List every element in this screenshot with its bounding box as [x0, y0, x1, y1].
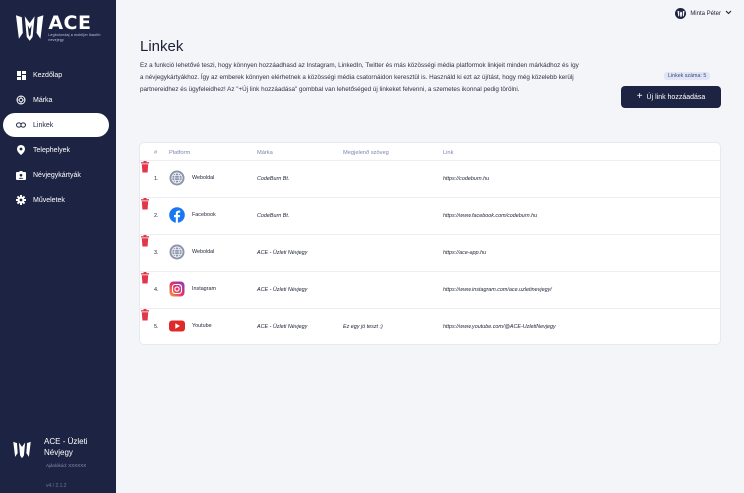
sidebar-item-label: Kezdőlap [33, 71, 63, 79]
row-number: 2. [154, 213, 159, 219]
row-platform: Weboldal [169, 244, 214, 260]
row-platform: Youtube [169, 318, 212, 334]
row-brand: ACE - Üzleti Névjegy [257, 250, 308, 256]
platform-name: Facebook [192, 212, 216, 218]
link-icon [16, 120, 26, 130]
table-row[interactable]: 2. Facebook CodeBurn Bt. https://www.fac… [140, 197, 720, 234]
row-link[interactable]: https://www.youtube.com/@ACE-UzletiNevje… [443, 324, 556, 330]
user-name: Minta Péter [690, 10, 721, 17]
trash-icon[interactable] [140, 272, 150, 284]
sidebar-item-label: Telephelyek [33, 146, 70, 154]
sidebar-item-linkek[interactable]: Linkek [3, 113, 109, 137]
trash-icon[interactable] [140, 161, 150, 173]
brand-icon [16, 95, 26, 105]
location-pin-icon [16, 145, 26, 155]
logo-wordmark: ACE [48, 12, 92, 34]
sidebar-item-label: Márka [33, 96, 53, 104]
platform-name: Instagram [192, 286, 216, 292]
row-number: 4. [154, 287, 159, 293]
row-brand: CodeBurn Bt. [257, 176, 290, 182]
sidebar-item-label: Névjegykártyák [33, 171, 81, 179]
row-brand: ACE - Üzleti Névjegy [257, 324, 308, 330]
trash-icon[interactable] [140, 235, 150, 247]
row-link[interactable]: https://www.instagram.com/ace.uzletinevj… [443, 287, 552, 293]
logo-tagline: Legbolondaj a mobiljer ikaolfn nevejegy [48, 33, 101, 42]
contact-card-icon [16, 170, 26, 180]
add-link-button-label: Új link hozzáadása [646, 93, 706, 101]
chevron-down-icon [725, 10, 732, 17]
user-menu[interactable]: Minta Péter [675, 8, 732, 19]
row-brand: ACE - Üzleti Névjegy [257, 287, 308, 293]
facebook-icon [169, 207, 185, 223]
column-header-link[interactable]: Link [443, 150, 453, 156]
gear-icon [16, 195, 26, 205]
links-table: # Platform Márka Megjelenő szöveg Link 1… [139, 142, 721, 345]
avatar [675, 8, 687, 19]
sidebar-item-marka[interactable]: Márka [0, 88, 116, 112]
organization-name: ACE - Üzleti Névjegy [44, 437, 88, 457]
row-number: 1. [154, 176, 159, 182]
youtube-icon [169, 318, 185, 334]
app-version: v4 / 2.1.2 [46, 483, 67, 489]
organization-referral-code: Ajánlókód: XXXXXX [46, 463, 87, 468]
add-link-button[interactable]: + Új link hozzáadása [621, 86, 721, 108]
platform-name: Weboldal [192, 175, 215, 181]
page-description: Ez a funkció lehetővé teszi, hogy könnye… [140, 62, 579, 94]
row-platform: Weboldal [169, 170, 214, 186]
row-display-text: Ez egy jó teszt :) [343, 324, 383, 330]
page-title: Linkek [140, 38, 184, 55]
table-row[interactable]: 4. Instagram ACE - Üzleti Névjegy https:… [140, 271, 720, 308]
trash-icon[interactable] [140, 198, 150, 210]
platform-name: Weboldal [192, 249, 215, 255]
ace-logo-icon [13, 441, 31, 459]
column-header-platform[interactable]: Platform [169, 150, 190, 156]
platform-name: Youtube [192, 323, 212, 329]
ace-logo-icon [15, 15, 44, 41]
row-number: 3. [154, 250, 159, 256]
table-header: # Platform Márka Megjelenő szöveg Link [140, 148, 720, 160]
globe-icon [169, 244, 185, 260]
organization-info[interactable]: ACE - Üzleti Névjegy Ajánlókód: XXXXXX [12, 436, 112, 468]
column-header-brand[interactable]: Márka [257, 150, 273, 156]
row-platform: Instagram [169, 281, 216, 297]
table-row[interactable]: 3. Weboldal ACE - Üzleti Névjegy https:/… [140, 234, 720, 271]
logo[interactable]: ACE Legbolondaj a mobiljer ikaolfn nevej… [14, 13, 116, 43]
sidebar-item-muveletek[interactable]: Műveletek [0, 188, 116, 212]
links-count-badge: Linkek száma: 5 [664, 72, 711, 80]
column-header-number: # [154, 150, 158, 156]
plus-icon: + [636, 91, 643, 102]
sidebar-item-label: Linkek [33, 121, 54, 129]
column-header-display-text[interactable]: Megjelenő szöveg [343, 150, 389, 156]
row-link[interactable]: https://www.facebook.com/codeburn.hu [443, 213, 537, 219]
instagram-icon [169, 281, 185, 297]
row-number: 5. [154, 324, 159, 330]
sidebar-item-kezdolap[interactable]: Kezdőlap [0, 63, 116, 87]
sidebar: ACE Legbolondaj a mobiljer ikaolfn nevej… [0, 0, 116, 493]
sidebar-item-label: Műveletek [33, 196, 65, 204]
sidebar-item-nevjegykartyak[interactable]: Névjegykártyák [0, 163, 116, 187]
table-row[interactable]: 1. Weboldal CodeBurn Bt. https://codebur… [140, 160, 720, 197]
dashboard-icon [16, 70, 26, 80]
sidebar-nav: Kezdőlap Márka Linkek Telephelyek Névjeg… [0, 63, 116, 213]
sidebar-item-telephelyek[interactable]: Telephelyek [0, 138, 116, 162]
trash-icon[interactable] [140, 309, 150, 321]
globe-icon [169, 170, 185, 186]
table-row[interactable]: 5. Youtube ACE - Üzleti Névjegy Ez egy j… [140, 308, 720, 345]
row-link[interactable]: https://codeburn.hu [443, 176, 489, 182]
row-brand: CodeBurn Bt. [257, 213, 290, 219]
row-link[interactable]: https://ace-app.hu [443, 250, 486, 256]
row-platform: Facebook [169, 207, 216, 223]
